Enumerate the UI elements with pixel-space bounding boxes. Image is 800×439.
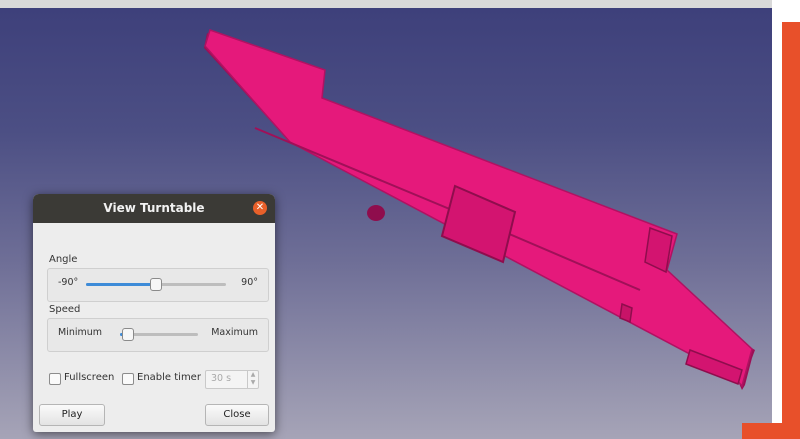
speed-slider-handle[interactable]	[122, 328, 134, 341]
fullscreen-label: Fullscreen	[64, 372, 115, 383]
speed-group: Minimum Maximum	[47, 318, 269, 352]
angle-label: Angle	[49, 254, 78, 265]
angle-slider-handle[interactable]	[150, 278, 162, 291]
view-turntable-dialog: View Turntable ✕ Angle -90° 90° Speed Mi…	[33, 194, 275, 432]
orange-accent-strip	[782, 22, 800, 439]
close-button[interactable]: Close	[205, 404, 269, 426]
play-button[interactable]: Play	[39, 404, 105, 426]
spin-arrows-icon[interactable]: ▲ ▼	[247, 371, 258, 388]
fullscreen-checkbox[interactable]	[49, 373, 61, 385]
speed-min-label: Minimum	[58, 327, 103, 338]
angle-group: -90° 90°	[47, 268, 269, 302]
3d-viewport[interactable]: View Turntable ✕ Angle -90° 90° Speed Mi…	[0, 0, 772, 439]
enable-timer-checkbox[interactable]	[122, 373, 134, 385]
dialog-titlebar[interactable]: View Turntable ✕	[33, 194, 275, 223]
angle-min-label: -90°	[58, 277, 79, 288]
dialog-title: View Turntable	[103, 201, 205, 215]
enable-timer-label: Enable timer	[137, 372, 201, 383]
angle-slider[interactable]	[86, 278, 226, 291]
close-icon[interactable]: ✕	[253, 201, 267, 215]
speed-label: Speed	[49, 304, 81, 315]
speed-slider[interactable]	[120, 328, 198, 341]
angle-max-label: 90°	[241, 277, 258, 288]
timer-spinbox[interactable]: 30 s ▲ ▼	[205, 370, 259, 389]
timer-value: 30 s	[211, 373, 232, 384]
speed-max-label: Maximum	[211, 327, 258, 338]
orange-accent-block	[742, 423, 800, 439]
angle-slider-fill	[86, 283, 156, 286]
